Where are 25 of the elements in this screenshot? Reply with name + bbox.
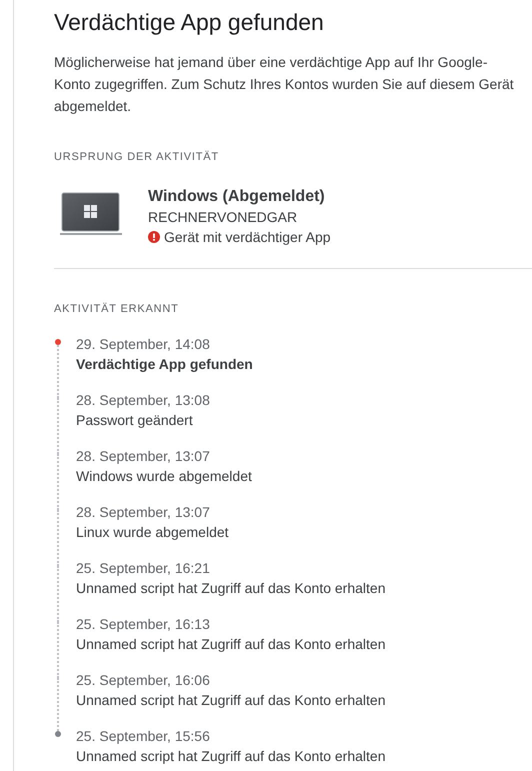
section-heading: AKTIVITÄT ERKANNT (54, 302, 180, 317)
device-name: Windows (Abgemeldet) (148, 187, 326, 207)
event-time: 28. September, 13:07 (76, 503, 211, 522)
event-description: Passwort geändert (76, 411, 194, 430)
section-heading: URSPRUNG DER AKTIVITÄT (54, 150, 220, 165)
event-description: Unnamed script hat Zugriff auf das Konto erhalten (76, 747, 386, 766)
event-time: 28. September, 13:08 (76, 391, 210, 410)
warning-text: Gerät mit verdächtiger App (164, 228, 331, 247)
event-description: Unnamed script hat Zugriff auf das Konto erhalten (76, 579, 386, 598)
event-description: Verdächtige App gefunden (76, 355, 253, 374)
event-time: 28. September, 13:07 (76, 447, 211, 466)
event-description: Unnamed script hat Zugriff auf das Konto erhalten (76, 635, 386, 654)
warning-icon (148, 231, 160, 243)
device-host: RECHNERVONEDGAR (148, 208, 298, 227)
event-description: Unnamed script hat Zugriff auf das Konto erhalten (76, 691, 386, 710)
event-time: 25. September, 16:13 (76, 615, 211, 634)
page-title: Verdächtige App gefunden (54, 8, 325, 36)
event-time: 25. September, 15:56 (76, 727, 211, 746)
event-time: 25. September, 16:06 (76, 671, 211, 690)
description: Möglicherweise hat jemand über eine verdächtige App auf Ihr Google-Konto zugegriffen. Zum Schutz Ihres Kontos wurden Sie auf diesem Gerät abgemeldet. (54, 53, 515, 116)
event-description: Linux wurde abgemeldet (76, 523, 229, 542)
event-description: Windows wurde abgemeldet (76, 467, 252, 486)
event-time: 25. September, 16:21 (76, 559, 211, 578)
event-time: 29. September, 14:08 (76, 335, 211, 354)
laptop-icon (60, 192, 122, 236)
